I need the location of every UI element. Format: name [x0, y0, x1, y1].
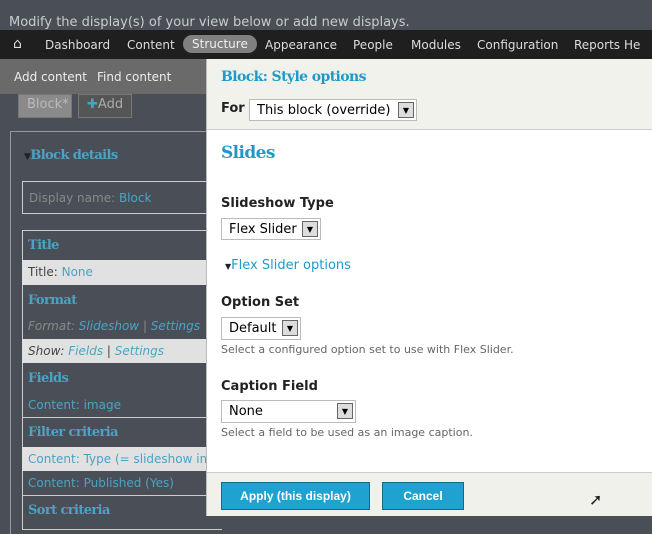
- show-row: Show: Fields | Settings: [22, 339, 222, 363]
- add-display-button[interactable]: ✚Add: [78, 94, 132, 118]
- menu-appearance[interactable]: Appearance: [265, 38, 337, 52]
- flex-slider-options-toggle[interactable]: ▼Flex Slider options: [225, 258, 351, 273]
- display-name-link[interactable]: Block: [119, 191, 151, 205]
- format-link[interactable]: Slideshow: [79, 319, 139, 333]
- caption-field-select[interactable]: None ▼: [221, 400, 356, 423]
- title-row[interactable]: Title: None: [22, 260, 222, 285]
- display-tab-block[interactable]: Block*: [18, 94, 72, 118]
- dropdown-arrow-icon: ▼: [282, 320, 298, 336]
- format-heading: Format: [28, 293, 77, 308]
- menu-content[interactable]: Content: [127, 38, 175, 52]
- menu-dashboard[interactable]: Dashboard: [45, 38, 110, 52]
- plus-icon: ✚: [87, 97, 98, 112]
- shortcut-bar: Add content Find content: [0, 59, 206, 94]
- caption-field-label: Caption Field: [221, 379, 318, 394]
- caption-field-description: Select a field to be used as an image ca…: [221, 426, 473, 439]
- slideshow-type-label: Slideshow Type: [221, 196, 334, 211]
- shortcut-add-content[interactable]: Add content: [14, 70, 87, 84]
- style-options-dialog: Block: Style options For This block (ove…: [206, 59, 652, 516]
- dropdown-arrow-icon: ▼: [302, 221, 318, 237]
- format-row: Format: Slideshow | Settings: [28, 319, 201, 333]
- menu-configuration[interactable]: Configuration: [477, 38, 558, 52]
- display-name-box: Display name: Block: [22, 181, 222, 214]
- option-set-label: Option Set: [221, 295, 300, 310]
- option-set-select[interactable]: Default ▼: [221, 317, 301, 340]
- dialog-header: Block: Style options For This block (ove…: [207, 59, 652, 130]
- format-settings-link[interactable]: Settings: [151, 319, 200, 333]
- menu-help[interactable]: He: [624, 38, 640, 52]
- block-details-heading[interactable]: ▼Block details: [24, 148, 118, 163]
- section-title: Slides: [221, 143, 275, 163]
- menu-modules[interactable]: Modules: [411, 38, 461, 52]
- filter-item-published[interactable]: Content: Published (Yes): [22, 471, 222, 496]
- dialog-title: Block: Style options: [221, 69, 366, 85]
- filter-item-type[interactable]: Content: Type (= slideshow image): [22, 447, 222, 471]
- option-set-description: Select a configured option set to use wi…: [221, 343, 514, 356]
- for-label: For: [221, 101, 245, 116]
- mouse-cursor-icon: ➚: [589, 490, 603, 509]
- fields-heading: Fields: [28, 371, 69, 386]
- apply-button[interactable]: Apply (this display): [221, 482, 370, 510]
- for-select[interactable]: This block (override) ▼: [249, 99, 417, 121]
- shortcut-find-content[interactable]: Find content: [97, 70, 171, 84]
- show-link[interactable]: Fields: [68, 344, 103, 358]
- filter-heading: Filter criteria: [28, 425, 119, 440]
- dialog-footer: Apply (this display) Cancel ➚: [207, 472, 652, 516]
- menu-people[interactable]: People: [353, 38, 393, 52]
- sort-heading: Sort criteria: [28, 503, 110, 518]
- show-settings-link[interactable]: Settings: [115, 344, 164, 358]
- cancel-button[interactable]: Cancel: [382, 482, 464, 510]
- slideshow-type-select[interactable]: Flex Slider ▼: [221, 218, 321, 240]
- intro-text: Modify the display(s) of your view below…: [9, 15, 410, 30]
- dropdown-arrow-icon: ▼: [398, 102, 414, 118]
- dropdown-arrow-icon: ▼: [337, 403, 353, 419]
- title-heading: Title: [28, 238, 59, 253]
- menu-structure[interactable]: Structure: [183, 35, 257, 53]
- admin-toolbar: ⌂ Dashboard Content Structure Appearance…: [0, 30, 652, 59]
- menu-reports[interactable]: Reports: [574, 38, 620, 52]
- home-icon[interactable]: ⌂: [13, 36, 22, 52]
- field-item[interactable]: Content: image: [22, 393, 222, 418]
